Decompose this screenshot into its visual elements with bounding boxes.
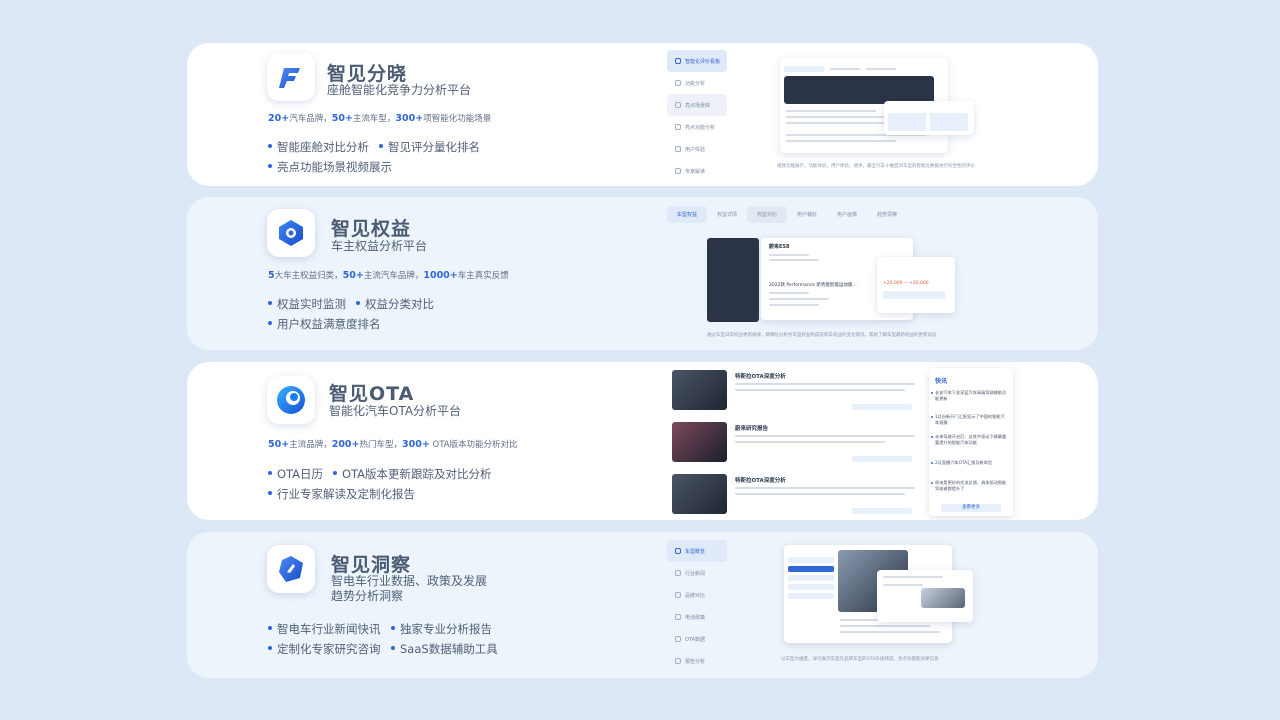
ota-logo-icon xyxy=(267,376,315,424)
mock-news-panel: 快讯 长安汽车下发深蓝汽车高级驾驶辅助功能更新 1月份新开门汇报显示了中国的智能… xyxy=(929,368,1013,516)
mock-feed-item: 蔚来研究报告 xyxy=(672,418,922,466)
mock-feed-item: 特斯拉OTA深度分析 xyxy=(672,470,922,518)
fenxiao-logo-icon xyxy=(267,53,315,101)
feature-bullet: 智见评分量化排名 xyxy=(379,139,480,155)
mock-dark-sidebar xyxy=(707,238,759,322)
mock-feed-item: 特斯拉OTA深度分析 xyxy=(672,366,922,414)
mock-caption: 视频功能展示，功能体验，用户体验，测评，最全汽车十维度对车型的智能化数据进行综合… xyxy=(777,164,975,169)
product-subtitle: 智能化汽车OTA分析平台 xyxy=(329,404,462,418)
feature-bullet: 权益实时监测 xyxy=(268,296,346,312)
mock-nav-item: 亮点功能分析 xyxy=(667,116,727,138)
mock-nav-item: 车型概览 xyxy=(667,540,727,562)
feature-bullet: 智电车行业新闻快讯 xyxy=(268,621,381,637)
mock-tab: 用户画像 xyxy=(837,212,858,218)
product-subtitle-line2: 趋势分析洞察 xyxy=(331,589,404,603)
product-card-ota[interactable]: 智见OTA 智能化汽车OTA分析平台 50+主流品牌，200+热门车型，300+… xyxy=(187,362,1098,520)
mock-side-nav: 车型概览 行业新闻 品牌对比 电池政策 OTA数据 报告分析 xyxy=(667,540,727,672)
feature-bullet: OTA版本更新跟踪及对比分析 xyxy=(333,466,492,482)
product-stats: 50+主流品牌，200+热门车型，300+ OTA版本功能分析对比 xyxy=(268,439,518,450)
feature-bullet: 用户权益满意度排名 xyxy=(268,316,381,332)
mock-caption: 通过车型日常权益更新规律，精细化分析各车型权益构成及购车权益的变化情况，帮助了解… xyxy=(707,333,937,338)
mock-nav-item: 电池政策 xyxy=(667,606,727,628)
mock-price-popup: +20,000 ~ +20,000 xyxy=(877,257,955,313)
product-card-dongcha[interactable]: 智见洞察 智电车行业数据、政策及发展 趋势分析洞察 智电车行业新闻快讯 独家专业… xyxy=(187,532,1098,678)
mock-tab: 权益详情 xyxy=(717,212,738,218)
mock-tab: 车型权益 xyxy=(667,206,708,223)
product-subtitle: 座舱智能化竞争力分析平台 xyxy=(327,83,472,97)
mock-nav-item: 专家解读 xyxy=(667,160,727,182)
mock-nav-item: 报告分析 xyxy=(667,650,727,672)
product-card-fenxiao[interactable]: 智见分晓 座舱智能化竞争力分析平台 20+汽车品牌，50+主流车型，300+项智… xyxy=(187,43,1098,186)
dongcha-logo-icon xyxy=(267,545,315,593)
feature-bullet: SaaS数据辅助工具 xyxy=(391,641,498,657)
mock-nav-item: 功能分析 xyxy=(667,72,727,94)
product-subtitle-line1: 智电车行业数据、政策及发展 xyxy=(331,574,488,588)
product-title: 智见洞察 xyxy=(331,554,412,576)
feature-bullet: 定制化专家研究咨询 xyxy=(268,641,381,657)
mock-nav-item: 智能化评价看板 xyxy=(667,50,727,72)
feature-bullet: 智能座舱对比分析 xyxy=(268,139,369,155)
feature-bullet: OTA日历 xyxy=(268,466,323,482)
mock-tabbar: 车型权益 权益详情 权益对比 用户偏好 用户画像 趋势洞察 xyxy=(667,206,997,223)
feature-bullet: 权益分类对比 xyxy=(356,296,434,312)
feature-bullet: 亮点功能场景视频展示 xyxy=(268,159,392,175)
product-title: 智见OTA xyxy=(329,383,415,405)
mock-tab: 趋势洞察 xyxy=(877,212,898,218)
mock-nav-item: 亮点场景库 xyxy=(667,94,727,116)
mock-caption: 以车型为维度，详尽展示车型在品牌车型的OTA升级频度，亮点功能能效果信息 xyxy=(781,657,939,662)
quanyi-logo-icon xyxy=(267,209,315,257)
mock-nav-item: 用户体验 xyxy=(667,138,727,160)
mock-popup xyxy=(877,570,973,622)
mock-tab: 权益对比 xyxy=(747,206,788,223)
mock-popup xyxy=(884,101,974,135)
mock-nav-item: 行业新闻 xyxy=(667,562,727,584)
product-title: 智见分晓 xyxy=(327,63,408,85)
mock-nav-item: OTA数据 xyxy=(667,628,727,650)
product-card-quanyi[interactable]: 智见权益 车主权益分析平台 5大车主权益归类，50+主流汽车品牌，1000+车主… xyxy=(187,197,1098,350)
mock-side-nav: 智能化评价看板 功能分析 亮点场景库 亮点功能分析 用户体验 专家解读 xyxy=(667,50,727,182)
mock-nav-item: 品牌对比 xyxy=(667,584,727,606)
feature-bullet: 行业专家解读及定制化报告 xyxy=(268,486,415,502)
mock-tab: 用户偏好 xyxy=(797,212,818,218)
feature-bullet: 独家专业分析报告 xyxy=(391,621,492,637)
product-stats: 20+汽车品牌，50+主流车型，300+项智能化功能场景 xyxy=(268,113,492,124)
product-subtitle: 车主权益分析平台 xyxy=(331,239,428,253)
product-stats: 5大车主权益归类，50+主流汽车品牌，1000+车主真实反馈 xyxy=(268,270,509,281)
product-title: 智见权益 xyxy=(331,218,412,240)
